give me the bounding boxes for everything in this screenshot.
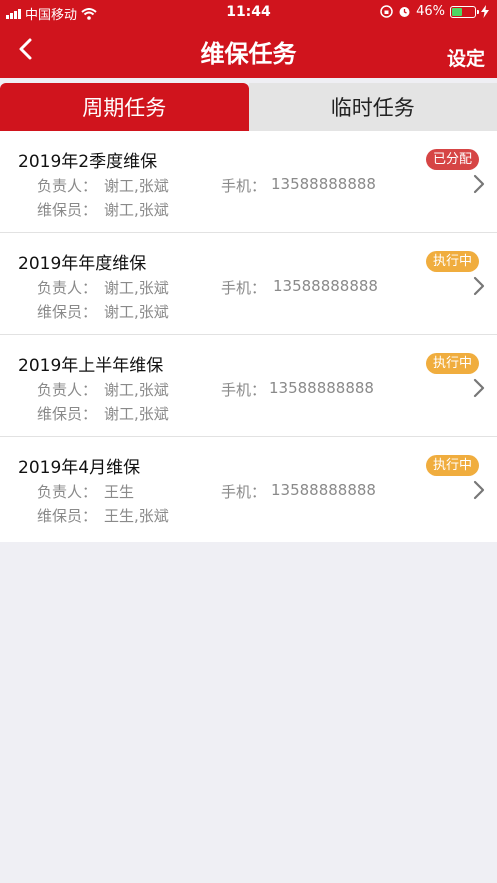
task-title: 2019年2季度维保 [18, 152, 158, 172]
status-right: 46% [380, 4, 489, 19]
workers-label: 维保员： [37, 405, 98, 423]
phone-value: 13588888888 [271, 481, 376, 499]
chevron-right-icon [473, 174, 485, 194]
status-badge: 执行中 [425, 353, 479, 374]
task-title: 2019年4月维保 [18, 458, 141, 478]
phone-label: 手机： [221, 483, 267, 501]
chevron-right-icon [473, 276, 485, 296]
status-badge: 执行中 [425, 455, 479, 476]
manager-value: 王生 [104, 483, 135, 501]
workers-label: 维保员： [37, 303, 98, 321]
phone-value: 13588888888 [273, 277, 378, 295]
chevron-right-icon [473, 480, 485, 500]
task-item[interactable]: 2019年年度维保 执行中 负责人： 谢工,张斌 手机： 13588888888… [0, 233, 497, 335]
phone-label: 手机： [221, 381, 267, 399]
task-item[interactable]: 2019年2季度维保 已分配 负责人： 谢工,张斌 手机： 1358888888… [0, 131, 497, 233]
settings-button[interactable]: 设定 [447, 44, 485, 71]
task-title: 2019年上半年维保 [18, 356, 164, 376]
charging-icon [481, 5, 489, 18]
battery-level [452, 7, 462, 16]
status-badge: 已分配 [425, 149, 479, 170]
manager-label: 负责人： [37, 279, 98, 297]
workers-value: 谢工,张斌 [104, 201, 169, 219]
task-item[interactable]: 2019年4月维保 执行中 负责人： 王生 手机： 13588888888 维保… [0, 437, 497, 542]
battery-percent: 46% [416, 4, 445, 19]
workers-value: 王生,张斌 [104, 507, 169, 525]
alarm-icon [399, 7, 410, 17]
status-bar: 中国移动 11:44 46% [0, 0, 497, 26]
workers-label: 维保员： [37, 201, 98, 219]
task-list: 2019年2季度维保 已分配 负责人： 谢工,张斌 手机： 1358888888… [0, 131, 497, 542]
phone-label: 手机： [221, 279, 267, 297]
workers-value: 谢工,张斌 [104, 405, 169, 423]
task-title: 2019年年度维保 [18, 254, 147, 274]
task-item[interactable]: 2019年上半年维保 执行中 负责人： 谢工,张斌 手机： 1358888888… [0, 335, 497, 437]
manager-label: 负责人： [37, 177, 98, 195]
phone-value: 13588888888 [271, 175, 376, 193]
manager-label: 负责人： [37, 483, 98, 501]
phone-label: 手机： [221, 177, 267, 195]
orientation-lock-icon [380, 5, 393, 18]
manager-label: 负责人： [37, 381, 98, 399]
workers-label: 维保员： [37, 507, 98, 525]
app-header: 中国移动 11:44 46% 维保任务 设定 [0, 0, 497, 78]
tab-temporary-tasks[interactable]: 临时任务 [248, 83, 497, 131]
chevron-right-icon [473, 378, 485, 398]
workers-value: 谢工,张斌 [104, 303, 169, 321]
tab-periodic-tasks[interactable]: 周期任务 [0, 83, 249, 131]
manager-value: 谢工,张斌 [104, 279, 169, 297]
battery-icon [450, 5, 479, 18]
manager-value: 谢工,张斌 [104, 381, 169, 399]
manager-value: 谢工,张斌 [104, 177, 169, 195]
task-tabs: 周期任务 临时任务 [0, 83, 497, 131]
phone-value: 13588888888 [269, 379, 374, 397]
status-badge: 执行中 [425, 251, 479, 272]
page-title: 维保任务 [200, 40, 297, 68]
